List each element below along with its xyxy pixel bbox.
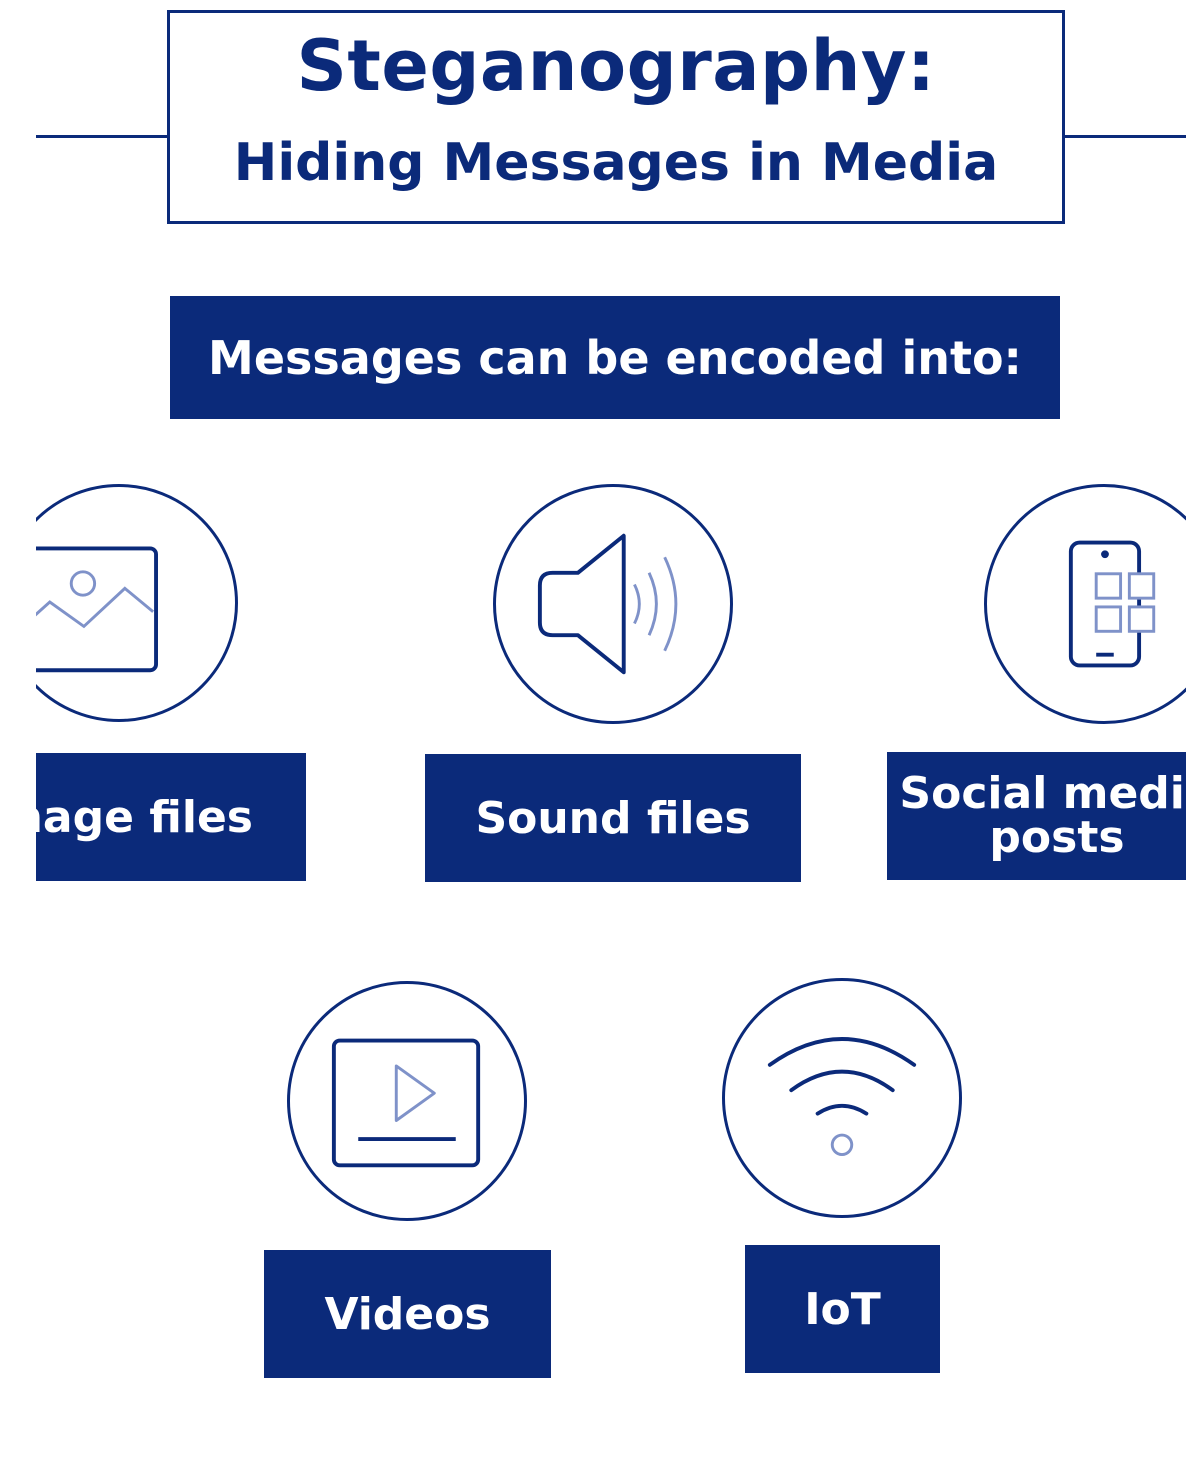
wifi-icon xyxy=(767,1037,917,1157)
image-files-label-text: Image files xyxy=(36,791,253,843)
sound-files-label: Sound files xyxy=(425,754,801,882)
image-icon-circle xyxy=(36,484,238,722)
item-image-files: Image files xyxy=(36,470,336,900)
image-files-label: Image files xyxy=(36,753,306,881)
title-left-rule xyxy=(36,135,170,138)
smartphone-icon-circle xyxy=(984,484,1186,724)
video-play-icon xyxy=(331,1038,481,1168)
title-right-rule xyxy=(1062,135,1186,138)
iot-label: IoT xyxy=(745,1245,940,1373)
page-subtitle: Hiding Messages in Media xyxy=(233,133,999,193)
speaker-icon xyxy=(537,533,678,675)
speaker-icon-circle xyxy=(493,484,733,724)
image-icon xyxy=(36,546,158,673)
page-title: Steganography: xyxy=(296,25,936,107)
wifi-icon-circle xyxy=(722,978,962,1218)
video-icon-circle xyxy=(287,981,527,1221)
social-media-label-line2: posts xyxy=(989,812,1125,863)
smartphone-apps-icon xyxy=(1068,540,1156,668)
social-media-label-line1: Social media xyxy=(899,768,1186,819)
intro-banner: Messages can be encoded into: xyxy=(170,296,1060,419)
videos-label: Videos xyxy=(264,1250,551,1378)
item-social-media: Social media posts xyxy=(880,470,1186,900)
social-media-label: Social media posts xyxy=(887,752,1186,880)
title-box: Steganography: Hiding Messages in Media xyxy=(167,10,1065,224)
